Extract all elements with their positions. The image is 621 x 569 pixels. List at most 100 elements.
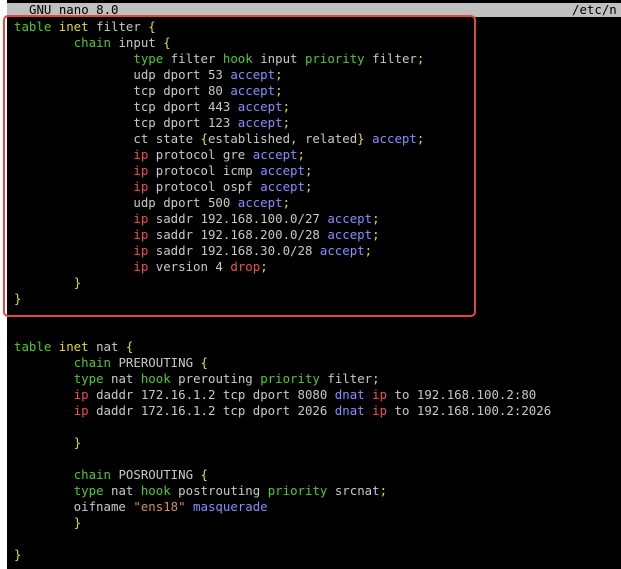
code-line[interactable]: tcp dport 443 accept; — [14, 99, 621, 115]
code-line[interactable]: ip saddr 192.168.100.0/27 accept; — [14, 211, 621, 227]
code-token: inet — [58, 19, 97, 34]
code-token: type — [133, 51, 171, 66]
code-token: { — [200, 131, 208, 146]
code-token: accept — [327, 227, 373, 242]
code-line[interactable]: } — [14, 547, 621, 563]
code-token: dnat — [334, 387, 373, 402]
code-token: accept — [260, 179, 305, 194]
code-token: protocol icmp — [155, 163, 261, 178]
code-token: prerouting — [178, 371, 261, 386]
code-token: } — [14, 547, 22, 562]
code-token: saddr 192.168.30.0/28 — [155, 243, 320, 258]
code-token: } — [73, 515, 82, 530]
code-line[interactable]: ip saddr 192.168.200.0/28 accept; — [14, 227, 621, 243]
code-token: ip — [372, 403, 395, 418]
code-token: ; — [282, 99, 291, 114]
code-line[interactable]: } — [14, 435, 621, 451]
code-line[interactable]: tcp dport 123 accept; — [14, 115, 621, 131]
code-line[interactable]: chain POSROUTING { — [14, 467, 621, 483]
code-token: type — [73, 371, 111, 386]
code-line[interactable]: chain input { — [14, 35, 621, 51]
code-line[interactable]: } — [14, 275, 621, 291]
code-token: hook — [140, 483, 179, 498]
code-token: POSROUTING — [118, 467, 201, 482]
code-token: ; — [379, 483, 388, 498]
code-token: saddr 192.168.200.0/28 — [155, 227, 328, 242]
nano-title-bar: GNU nano 8.0 /etc/n — [7, 3, 621, 17]
code-line[interactable]: table inet nat { — [14, 339, 621, 355]
code-token: ; — [282, 195, 291, 210]
code-token: accept — [252, 147, 298, 162]
code-token: masquerade — [193, 499, 268, 514]
code-token: ; — [282, 115, 291, 130]
code-line[interactable]: type filter hook input priority filter; — [14, 51, 621, 67]
code-line[interactable]: ip protocol gre accept; — [14, 147, 621, 163]
code-line[interactable]: ip daddr 172.16.1.2 tcp dport 8080 dnat … — [14, 387, 621, 403]
code-token: to 192.168.100.2 — [394, 387, 514, 402]
terminal-window[interactable]: GNU nano 8.0 /etc/n table inet filter { … — [7, 0, 621, 569]
code-line[interactable]: type nat hook postrouting priority srcna… — [14, 483, 621, 499]
code-token: accept — [237, 99, 283, 114]
code-token: ip — [133, 211, 156, 226]
code-token: ; — [372, 227, 380, 242]
code-token: nat — [96, 339, 126, 354]
code-line[interactable]: udp dport 500 accept; — [14, 195, 621, 211]
code-line[interactable] — [14, 323, 621, 339]
code-token: } — [73, 275, 82, 290]
code-token: saddr 192.168.100.0/27 — [155, 211, 328, 226]
code-token: ip — [133, 179, 156, 194]
app-title: GNU nano 8.0 — [29, 2, 119, 17]
code-token: input — [118, 35, 164, 50]
code-line[interactable] — [14, 451, 621, 467]
code-line[interactable]: ip daddr 172.16.1.2 tcp dport 2026 dnat … — [14, 403, 621, 419]
code-line[interactable]: type nat hook prerouting priority filter… — [14, 371, 621, 387]
code-line[interactable]: } — [14, 291, 621, 307]
code-line[interactable]: udp dport 53 accept; — [14, 67, 621, 83]
code-line[interactable]: chain PREROUTING { — [14, 355, 621, 371]
code-line[interactable]: ct state {established, related} accept; — [14, 131, 621, 147]
code-token: inet — [58, 339, 97, 354]
code-token: ct state — [14, 131, 201, 146]
code-token: postrouting — [178, 483, 268, 498]
code-token: tcp dport 123 — [14, 115, 238, 130]
code-line[interactable] — [14, 307, 621, 323]
code-token: ip — [133, 147, 156, 162]
code-token: ; — [304, 163, 313, 178]
editor-buffer[interactable]: table inet filter { chain input { type f… — [14, 19, 621, 563]
code-token: oifname — [14, 499, 134, 514]
code-token: accept — [230, 67, 276, 82]
code-token: version 4 — [155, 259, 231, 274]
code-line[interactable]: } — [14, 515, 621, 531]
code-token: srcnat — [334, 483, 380, 498]
code-token: table — [14, 19, 59, 34]
code-line[interactable]: ip protocol ospf accept; — [14, 179, 621, 195]
code-token: ; — [260, 259, 268, 274]
code-line[interactable]: oifname "ens18" masquerade — [14, 499, 621, 515]
code-line[interactable] — [14, 531, 621, 547]
code-token: chain — [73, 467, 119, 482]
code-token: priority — [304, 51, 373, 66]
code-token: filter — [170, 51, 223, 66]
code-token: tcp dport 80 — [14, 83, 231, 98]
code-token: filter — [372, 51, 417, 66]
code-line[interactable]: ip version 4 drop; — [14, 259, 621, 275]
code-line[interactable]: tcp dport 80 accept; — [14, 83, 621, 99]
code-line[interactable]: ip protocol icmp accept; — [14, 163, 621, 179]
code-token: to 192.168.100.2 — [394, 403, 514, 418]
code-token: tcp dport 443 — [14, 99, 238, 114]
code-line[interactable]: table inet filter { — [14, 19, 621, 35]
code-token: ; — [304, 179, 313, 194]
code-token: dnat — [334, 403, 373, 418]
code-token: type — [73, 483, 111, 498]
code-line[interactable] — [14, 419, 621, 435]
code-line[interactable]: ip saddr 192.168.30.0/28 accept; — [14, 243, 621, 259]
